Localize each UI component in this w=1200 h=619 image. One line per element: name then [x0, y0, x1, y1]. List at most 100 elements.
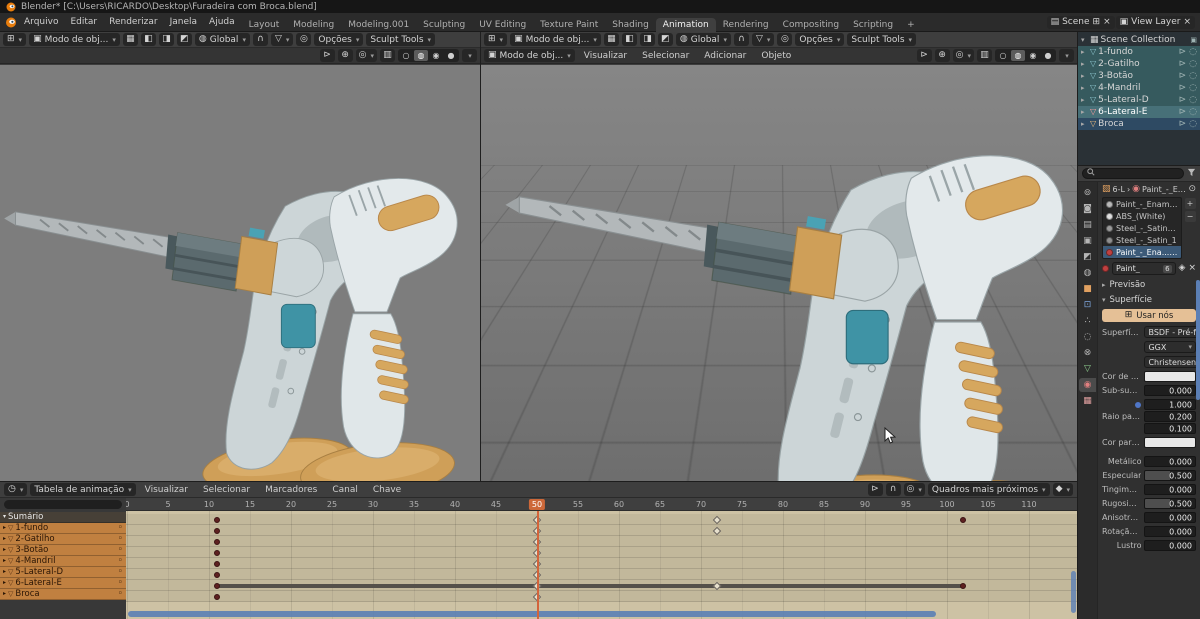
workspace-tab-shading[interactable]: Shading [605, 18, 656, 32]
material-slot[interactable]: Paint_-_Enamel_Glossy... [1103, 198, 1181, 210]
channel-6-lateral-e[interactable]: ▸ ▽ 6-Lateral-E ◦ [0, 578, 126, 589]
channel-toggle-icon[interactable]: ◦ [118, 578, 123, 588]
timeline-editor-type-button[interactable]: ◷ ▾ [4, 483, 28, 496]
hide-toggle-icon[interactable]: ◌ [1189, 107, 1197, 117]
timeline-menu-marcadores[interactable]: Marcadores [259, 484, 323, 496]
hide-toggle-icon[interactable]: ◌ [1189, 59, 1197, 69]
workspace-tab-compositing[interactable]: Compositing [776, 18, 846, 32]
disclosure-triangle-icon[interactable]: ▸ [3, 569, 6, 575]
dopesheet-mode-dropdown[interactable]: Tabela de animação ▾ [30, 483, 136, 496]
keyframe-filled[interactable] [214, 527, 221, 534]
left-xray-toggle[interactable]: ▥ [380, 49, 395, 62]
playhead-line[interactable] [537, 511, 539, 619]
right-paint-mask-toggle-0[interactable]: ▦ [603, 33, 619, 46]
right-menu-selecionar[interactable]: Selecionar [636, 50, 695, 62]
select-toggle-icon[interactable]: ⊳ [1179, 71, 1187, 81]
prop-control[interactable]: 0.000 [1144, 512, 1196, 523]
left-paint-mask-toggle-2[interactable]: ◨ [158, 33, 174, 46]
add-slot-button[interactable]: + [1184, 198, 1196, 209]
left-sculpt-tools-dropdown[interactable]: Sculpt Tools ▾ [366, 33, 436, 46]
properties-tab-constraints[interactable]: ⊗ [1079, 346, 1096, 360]
outliner-item-2-gatilho[interactable]: ▸ ▽ 2-Gatilho ⊳ ◌ [1078, 58, 1200, 70]
disclosure-triangle-icon[interactable]: ▸ [1081, 84, 1088, 92]
workspace-tab-sculpting[interactable]: Sculpting [416, 18, 472, 32]
timeline-keying-button[interactable]: ◆ ▾ [1052, 483, 1073, 496]
panel-preview[interactable]: ▸ Previsão [1102, 280, 1196, 290]
select-toggle-icon[interactable]: ⊳ [1179, 107, 1187, 117]
properties-tab-particles[interactable]: ∴ [1079, 314, 1096, 328]
properties-tab-physics[interactable]: ◌ [1079, 330, 1096, 344]
prop-control[interactable]: 1.000 0.200 0.100 [1135, 399, 1196, 434]
disclosure-triangle-icon[interactable]: ▸ [1081, 60, 1088, 68]
material-name-field[interactable]: Paint_ 6 [1112, 262, 1176, 275]
outliner-item-3-bot-o[interactable]: ▸ ▽ 3-Botão ⊳ ◌ [1078, 70, 1200, 82]
properties-tab-output[interactable]: ▤ [1079, 218, 1096, 232]
left-shading-wireframe-button[interactable]: ○ [399, 50, 413, 61]
disclosure-triangle-icon[interactable]: ▸ [3, 547, 6, 553]
properties-tab-render[interactable]: ◙ [1079, 202, 1096, 216]
left-orientation-dropdown[interactable]: ◍ Global ▾ [194, 33, 250, 46]
keyframe-filled[interactable] [960, 516, 967, 523]
disclosure-triangle-icon[interactable]: ▸ [3, 580, 6, 586]
vertical-scrollbar[interactable] [1071, 571, 1076, 613]
prop-control[interactable] [1144, 437, 1196, 448]
right-select-tool-button[interactable]: ⊳ [916, 49, 932, 62]
scene-selector[interactable]: ▤ Scene ⊞ × [1046, 15, 1115, 29]
properties-search-input[interactable] [1082, 168, 1184, 179]
material-slot[interactable]: ABS_(White) [1103, 210, 1181, 222]
timeline-menu-canal[interactable]: Canal [326, 484, 364, 496]
fake-user-shield-icon[interactable]: ◈ [1179, 264, 1186, 273]
left-shading-rendered-button[interactable]: ● [444, 50, 458, 61]
disclosure-triangle-icon[interactable]: ▾ [3, 514, 6, 520]
right-snap-target-dropdown[interactable]: ▽ ▾ [751, 33, 775, 46]
subsurface-method-dropdown[interactable]: Christensen e...▾ [1144, 356, 1200, 368]
workspace-tab-uv-editing[interactable]: UV Editing [472, 18, 533, 32]
left-overlays-toggle[interactable]: ◎ ▾ [355, 49, 377, 62]
left-options-dropdown[interactable]: Opções ▾ [314, 33, 364, 46]
app-menu-icon[interactable] [5, 17, 17, 28]
disclosure-triangle-icon[interactable]: ▸ [1081, 120, 1088, 128]
disclosure-triangle-icon[interactable]: ▾ [1081, 36, 1088, 44]
timeline-snap-mode-dropdown[interactable]: Quadros mais próximos ▾ [927, 483, 1050, 496]
distribution-dropdown[interactable]: GGX ▾ [1144, 341, 1196, 353]
right-shading-solid-button[interactable]: ◍ [1011, 50, 1025, 61]
properties-tab-world[interactable]: ◍ [1079, 266, 1096, 280]
panel-surface[interactable]: ▾ Superfície [1102, 295, 1196, 305]
collection-checkbox-icon[interactable]: ▣ [1190, 36, 1197, 44]
properties-tab-object[interactable]: ■ [1079, 282, 1096, 296]
delete-scene-icon[interactable]: × [1103, 17, 1111, 27]
keyframe-filled[interactable] [214, 538, 221, 545]
keyframe-filled[interactable] [214, 571, 221, 578]
timeline-snap-toggle[interactable]: ∩ [885, 483, 901, 496]
keyframe-filled[interactable] [214, 582, 221, 589]
right-options-dropdown[interactable]: Opções ▾ [795, 33, 845, 46]
keyframe-filled[interactable] [214, 560, 221, 567]
disclosure-triangle-icon[interactable]: ▸ [3, 591, 6, 597]
select-toggle-icon[interactable]: ⊳ [1179, 59, 1187, 69]
hide-toggle-icon[interactable]: ◌ [1189, 119, 1197, 129]
disclosure-triangle-icon[interactable]: ▸ [1081, 72, 1088, 80]
properties-tab-scene[interactable]: ◩ [1079, 250, 1096, 264]
workspace-tab-layout[interactable]: Layout [242, 18, 287, 32]
material-user-count[interactable]: 6 [1163, 264, 1172, 273]
select-toggle-icon[interactable]: ⊳ [1179, 119, 1187, 129]
breadcrumb-material[interactable]: Paint_-_Ena... [1142, 185, 1186, 194]
channel-toggle-icon[interactable]: ◦ [118, 589, 123, 599]
right-editor-type-button[interactable]: ⊞ ▾ [484, 33, 508, 46]
channel-2-gatilho[interactable]: ▸ ▽ 2-Gatilho ◦ [0, 534, 126, 545]
outliner-item-4-mandril[interactable]: ▸ ▽ 4-Mandril ⊳ ◌ [1078, 82, 1200, 94]
right-header-mode-dropdown[interactable]: ▣ Modo de obj... ▾ [484, 49, 575, 62]
vector-value[interactable]: 1.000 [1144, 399, 1196, 410]
timeline-proportional-toggle[interactable]: ◎ ▾ [903, 483, 925, 496]
keyframe-filled[interactable] [214, 593, 221, 600]
menu-renderizar[interactable]: Renderizar [103, 16, 163, 28]
add-workspace-button[interactable]: + [900, 18, 922, 32]
outliner-item-6-lateral-e[interactable]: ▸ ▽ 6-Lateral-E ⊳ ◌ [1078, 106, 1200, 118]
filter-funnel-icon[interactable] [1187, 168, 1196, 180]
properties-tab-view-layer[interactable]: ▣ [1079, 234, 1096, 248]
right-sculpt-tools-dropdown[interactable]: Sculpt Tools ▾ [847, 33, 917, 46]
pin-icon[interactable]: ⊙ [1188, 185, 1196, 194]
channel-3-bot-o[interactable]: ▸ ▽ 3-Botão ◦ [0, 545, 126, 556]
right-shading-material-button[interactable]: ◉ [1026, 50, 1040, 61]
outliner-scene-collection[interactable]: ▾ ▦ Scene Collection ▣ [1078, 34, 1200, 46]
